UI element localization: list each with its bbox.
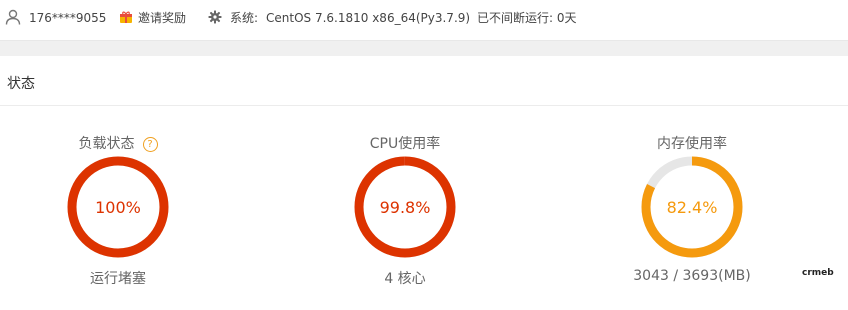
top-bar: 176****9055 邀请奖励 系统: CentOS 7.6.1810 x86… (0, 0, 848, 41)
user-account[interactable]: 176****9055 (29, 11, 106, 25)
question-circle-icon[interactable]: ? (142, 137, 158, 152)
memory-gauge-value: 82.4% (667, 198, 718, 217)
invite-reward-link[interactable]: 邀请奖励 (138, 11, 186, 25)
memory-gauge-ring: 82.4% (641, 156, 743, 258)
cpu-gauge-title: CPU使用率 (369, 136, 441, 152)
cpu-gauge-ring: 99.8% (354, 156, 456, 258)
cpu-gauge: CPU使用率 99.8% 4 核心 (325, 130, 485, 290)
load-gauge: 负载状态? 100% 运行堵塞 (38, 130, 198, 290)
user-icon[interactable] (5, 9, 21, 25)
gift-icon[interactable] (119, 10, 133, 24)
section-gap (0, 41, 848, 56)
memory-gauge: 内存使用率 82.4% 3043 / 3693(MB) (612, 130, 772, 290)
load-gauge-ring: 100% (67, 156, 169, 258)
memory-usage-detail: 3043 / 3693(MB) (633, 268, 751, 284)
load-gauge-title: 负载状态 (78, 136, 135, 152)
section-title: 状态 (7, 76, 35, 92)
cpu-cores: 4 核心 (384, 271, 426, 287)
load-gauge-title-row: 负载状态? (38, 133, 198, 153)
memory-gauge-title: 内存使用率 (657, 136, 727, 152)
status-section-header: 状态 (0, 56, 848, 106)
crmeb-watermark: crmeb (802, 268, 834, 278)
load-gauge-status: 运行堵塞 (90, 271, 146, 287)
system-label: 系统: (230, 11, 259, 25)
gear-icon (208, 10, 222, 24)
cpu-gauge-value: 99.8% (380, 198, 431, 217)
load-gauge-value: 100% (95, 198, 141, 217)
system-value: CentOS 7.6.1810 x86_64(Py3.7.9) (266, 11, 471, 25)
uptime-text: 已不间断运行: 0天 (477, 11, 577, 25)
